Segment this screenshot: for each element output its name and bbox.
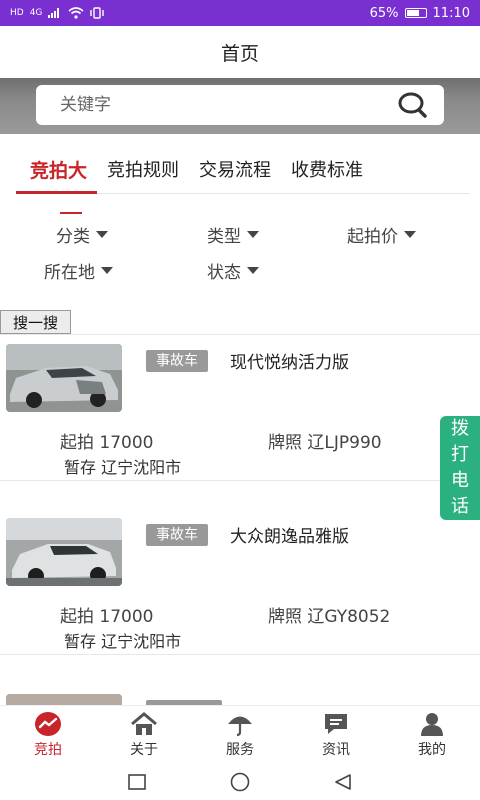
car-photo	[6, 344, 122, 412]
battery-icon	[404, 8, 427, 18]
storage-location: 暂存 辽宁沈阳市	[64, 632, 182, 651]
tab-fee-standard[interactable]: 收费标准	[281, 150, 373, 193]
filter-status[interactable]: 状态	[207, 258, 259, 283]
car-image	[6, 344, 122, 412]
vibrate-icon	[90, 7, 105, 19]
listing-item[interactable]: 事故车 现代悦纳活力版 起拍 17000 牌照 辽LJP990 暂存 辽宁沈阳市	[0, 334, 480, 484]
user-icon	[421, 712, 443, 736]
storage-location: 暂存 辽宁沈阳市	[64, 458, 182, 477]
auction-icon	[35, 711, 61, 736]
page-title: 首页	[0, 26, 480, 78]
battery-percent: 65%	[369, 5, 399, 21]
back-icon[interactable]	[332, 772, 354, 792]
nav-about[interactable]: 关于	[96, 706, 192, 763]
car-photo	[6, 694, 122, 705]
filter-start-price-label: 起拍价	[347, 227, 398, 247]
call-char: 电	[451, 470, 469, 491]
clock: 11:10	[432, 5, 470, 21]
filter-category-label: 分类	[56, 227, 90, 247]
search-box	[36, 85, 444, 125]
nav-auction[interactable]: 竞拍	[0, 706, 96, 763]
filter-status-label: 状态	[207, 263, 241, 283]
caret-down-icon	[247, 231, 259, 238]
filter-location-label: 所在地	[44, 263, 95, 283]
nav-mine-label: 我的	[418, 741, 446, 758]
nav-news-label: 资讯	[322, 741, 350, 758]
call-char: 打	[451, 444, 469, 465]
bottom-nav: 竞拍 关于 服务 资讯 我的	[0, 705, 480, 763]
divider	[0, 480, 480, 481]
message-icon	[325, 713, 347, 734]
listing-item[interactable]: 事故车 大众朗逸品雅版 起拍 17000 牌照 辽GY8052 暂存 辽宁沈阳市	[0, 508, 480, 658]
status-left: HD 4G	[10, 7, 105, 19]
nav-about-label: 关于	[130, 741, 158, 758]
home-icon	[131, 711, 157, 735]
recents-icon[interactable]	[126, 773, 148, 791]
umbrella-icon	[228, 716, 252, 736]
home-button-icon[interactable]	[228, 771, 252, 793]
nav-mine[interactable]: 我的	[384, 706, 480, 763]
tab-auction-hall[interactable]: 竞拍大	[16, 150, 98, 194]
category-tabs: 竞拍大 竞拍规则 交易流程 收费标准	[16, 150, 470, 194]
divider	[0, 654, 480, 655]
filter-bar: 分类 类型 起拍价 所在地 状态	[0, 206, 480, 296]
listing-item[interactable]	[0, 684, 480, 705]
listing-title[interactable]: 大众朗逸品雅版	[230, 522, 349, 547]
search-input[interactable]	[60, 95, 396, 115]
license-plate: 牌照 辽LJP990	[268, 433, 382, 453]
system-nav-bar	[0, 763, 480, 800]
filter-category[interactable]: 分类	[56, 222, 108, 247]
filter-start-price[interactable]: 起拍价	[347, 222, 416, 247]
status-bar: HD 4G 65% 11:10	[0, 0, 480, 26]
call-phone-button[interactable]: 拨 打 电 话	[440, 416, 480, 520]
caret-down-icon	[101, 267, 113, 274]
filter-location[interactable]: 所在地	[44, 258, 113, 283]
accident-tag: 事故车	[146, 350, 208, 372]
start-price: 起拍 17000	[60, 607, 154, 627]
filter-type-label: 类型	[207, 227, 241, 247]
nav-auction-label: 竞拍	[34, 741, 62, 758]
accident-tag: 事故车	[146, 524, 208, 546]
filter-type[interactable]: 类型	[207, 222, 259, 247]
call-char: 话	[451, 496, 469, 517]
nav-service-label: 服务	[226, 741, 254, 758]
car-photo	[6, 518, 122, 586]
tab-trade-process[interactable]: 交易流程	[189, 150, 281, 193]
listing-title[interactable]: 现代悦纳活力版	[230, 348, 349, 373]
tab-auction-rules[interactable]: 竞拍规则	[97, 150, 189, 193]
car-image	[6, 694, 122, 705]
nav-news[interactable]: 资讯	[288, 706, 384, 763]
app-root: HD 4G 65% 11:10 首页 关键字 竞拍大 竞拍规则 交易流程 收费标…	[0, 0, 480, 800]
search-banner	[0, 78, 480, 134]
caret-down-icon	[247, 267, 259, 274]
wifi-icon	[68, 7, 84, 19]
call-char: 拨	[451, 418, 469, 439]
license-plate: 牌照 辽GY8052	[268, 607, 391, 627]
caret-down-icon	[404, 231, 416, 238]
search-icon[interactable]	[396, 90, 430, 120]
status-right: 65% 11:10	[370, 6, 470, 21]
network-label: 4G	[29, 8, 43, 18]
nav-service[interactable]: 服务	[192, 706, 288, 763]
caret-down-icon	[96, 231, 108, 238]
signal-icon	[48, 8, 60, 18]
hd-icon: HD	[10, 8, 24, 18]
start-price: 起拍 17000	[60, 433, 154, 453]
search-submit-button[interactable]: 搜一搜	[0, 310, 71, 334]
car-image	[6, 518, 122, 586]
